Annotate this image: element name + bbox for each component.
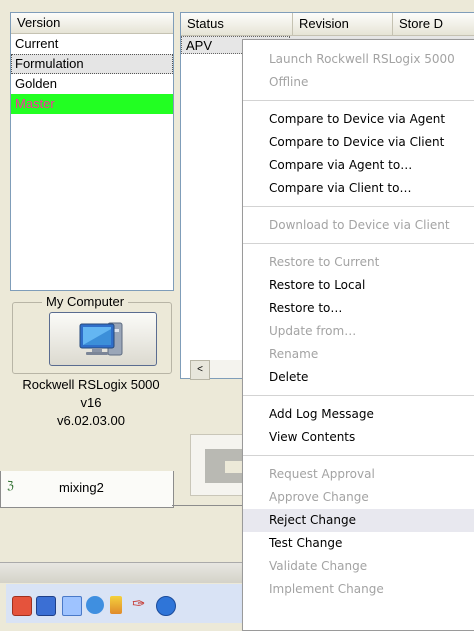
quick-launch-bar: ✑ — [6, 584, 246, 623]
menu-validate-change: Validate Change — [269, 559, 368, 573]
software-name: Rockwell RSLogix 5000 — [22, 377, 160, 392]
software-major-version: v16 — [80, 395, 102, 410]
scroll-left-button[interactable]: < — [190, 360, 210, 380]
version-item-golden[interactable]: Golden — [11, 74, 173, 94]
menu-reject-change[interactable]: Reject Change — [243, 509, 474, 532]
my-computer-button[interactable] — [49, 312, 157, 366]
computer-icon — [79, 322, 123, 356]
menu-update-from: Update from… — [269, 324, 357, 338]
swirl-icon[interactable] — [86, 596, 104, 614]
version-item-formulation[interactable]: Formulation — [11, 54, 173, 74]
tab-icon: ℨ — [7, 480, 14, 492]
version-column-header[interactable]: Version — [11, 13, 173, 34]
my-computer-label: My Computer — [42, 294, 129, 309]
red-app-icon[interactable] — [12, 596, 32, 616]
tools-icon[interactable] — [110, 596, 122, 614]
menu-rename: Rename — [269, 347, 319, 361]
tab-label: mixing2 — [59, 480, 104, 495]
menu-separator — [243, 395, 474, 396]
menu-separator — [243, 455, 474, 456]
document-icon[interactable] — [62, 596, 82, 616]
tab-mixing2[interactable]: ℨ mixing2 — [0, 471, 174, 508]
grid-header: Status Revision Store D — [181, 13, 474, 36]
menu-compare-device-client[interactable]: Compare to Device via Client — [243, 131, 474, 154]
device-icon — [205, 449, 243, 483]
menu-view-contents[interactable]: View Contents — [243, 426, 474, 449]
menu-separator — [243, 243, 474, 244]
menu-offline: Offline — [269, 75, 309, 89]
menu-compare-via-client[interactable]: Compare via Client to… — [243, 177, 474, 200]
menu-restore-to-local[interactable]: Restore to Local — [243, 274, 474, 297]
version-item-current[interactable]: Current — [11, 34, 173, 54]
menu-restore-to[interactable]: Restore to… — [243, 297, 474, 320]
version-item-master[interactable]: Master — [11, 94, 173, 114]
version-list[interactable]: Version Current Formulation Golden Maste… — [10, 12, 174, 291]
menu-implement-change: Implement Change — [269, 582, 384, 596]
menu-approve-change: Approve Change — [269, 490, 369, 504]
menu-restore-to-current: Restore to Current — [269, 255, 380, 269]
column-revision[interactable]: Revision — [293, 13, 393, 35]
my-computer-group: My Computer — [12, 294, 172, 374]
menu-test-change[interactable]: Test Change — [243, 532, 474, 555]
media-player-icon[interactable] — [156, 596, 176, 616]
context-menu: Launch Rockwell RSLogix 5000 Offline Com… — [242, 39, 474, 631]
menu-separator — [243, 206, 474, 207]
menu-compare-device-agent[interactable]: Compare to Device via Agent — [243, 108, 474, 131]
blue-square-icon[interactable] — [36, 596, 56, 616]
device-panel[interactable] — [190, 434, 244, 496]
software-build-version: v6.02.03.00 — [57, 413, 125, 428]
column-status[interactable]: Status — [181, 13, 293, 35]
menu-add-log-message[interactable]: Add Log Message — [243, 403, 474, 426]
menu-download-to-device: Download to Device via Client — [269, 218, 450, 232]
menu-request-approval: Request Approval — [269, 467, 375, 481]
column-store-date[interactable]: Store D — [393, 13, 474, 35]
menu-delete[interactable]: Delete — [243, 366, 474, 389]
menu-launch-rslogix: Launch Rockwell RSLogix 5000 — [269, 52, 455, 66]
menu-separator — [243, 100, 474, 101]
menu-compare-via-agent[interactable]: Compare via Agent to… — [243, 154, 474, 177]
satellite-icon[interactable]: ✑ — [132, 596, 150, 614]
